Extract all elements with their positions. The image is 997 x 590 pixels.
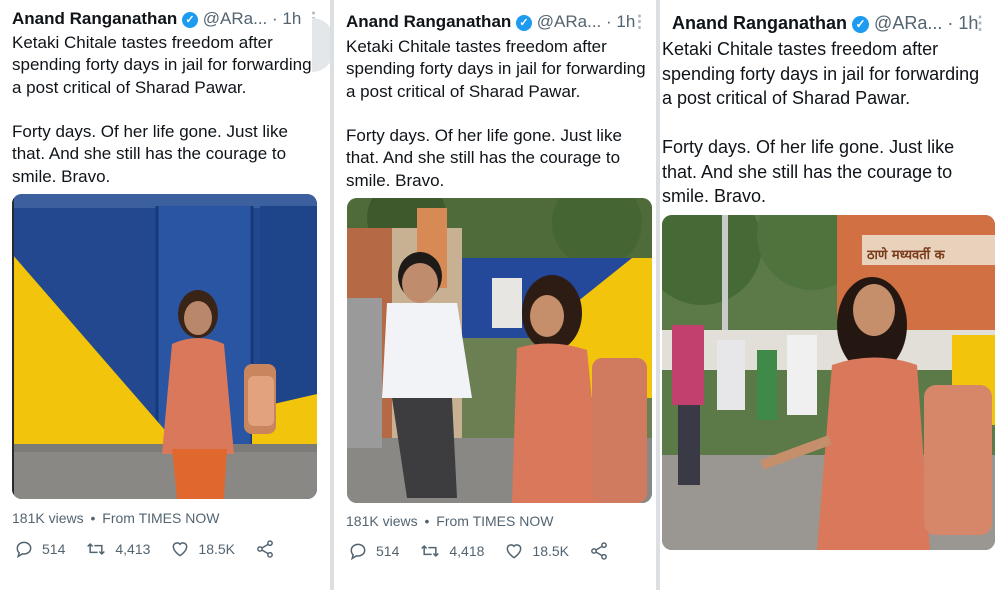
tweet-card-2[interactable]: Anand Ranganathan ✓ @ARa... · 1h ⋮ Ketak… bbox=[334, 0, 656, 590]
like-button[interactable]: 18.5K bbox=[170, 539, 235, 559]
author-handle[interactable]: @ARa... bbox=[203, 9, 268, 28]
tweet-card-3[interactable]: Anand Ranganathan ✓ @ARa... · 1h ⋮ Ketak… bbox=[660, 0, 997, 590]
author-name[interactable]: Anand Ranganathan bbox=[12, 9, 177, 28]
video-frame-woman-at-gate bbox=[12, 194, 317, 499]
view-count: 181K views bbox=[12, 510, 84, 526]
reply-count: 514 bbox=[42, 541, 66, 557]
video-source[interactable]: From TIMES NOW bbox=[436, 513, 553, 529]
action-bar: 514 4,413 18.5K bbox=[14, 539, 303, 559]
tweet-text: Ketaki Chitale tastes freedom after spen… bbox=[662, 39, 980, 206]
reply-button[interactable]: 514 bbox=[14, 539, 65, 559]
reply-icon bbox=[350, 543, 366, 561]
more-icon[interactable]: ⋮ bbox=[631, 12, 648, 32]
more-icon[interactable]: ⋮ bbox=[971, 13, 989, 34]
retweet-icon bbox=[421, 544, 440, 558]
author-name[interactable]: Anand Ranganathan bbox=[346, 12, 511, 31]
video-meta: 181K views • From TIMES NOW bbox=[12, 510, 219, 526]
reply-button[interactable]: 514 bbox=[348, 541, 399, 561]
share-button[interactable] bbox=[255, 539, 283, 559]
tweet-card-1[interactable]: Anand Ranganathan ✓ @ARa... · 1h ⋮ Ketak… bbox=[0, 0, 330, 590]
meta-separator: • bbox=[90, 510, 96, 526]
next-avatar-edge bbox=[312, 18, 330, 72]
tweet-video[interactable] bbox=[347, 198, 652, 503]
building-sign-text: ठाणे मध्यवर्ती क bbox=[867, 248, 945, 263]
tweet-time[interactable]: 1h bbox=[282, 9, 301, 28]
reply-icon bbox=[16, 541, 32, 559]
verified-badge-icon: ✓ bbox=[516, 14, 533, 31]
like-button[interactable]: 18.5K bbox=[504, 541, 569, 561]
video-frame-woman-and-man bbox=[347, 198, 652, 503]
separator-dot: · bbox=[947, 13, 954, 33]
video-source[interactable]: From TIMES NOW bbox=[102, 510, 219, 526]
tweet-header: Anand Ranganathan ✓ @ARa... · 1h ⋮ bbox=[346, 12, 648, 32]
share-icon bbox=[257, 540, 273, 558]
author-handle[interactable]: @ARa... bbox=[874, 13, 942, 33]
retweet-count: 4,413 bbox=[115, 541, 151, 557]
share-button[interactable] bbox=[589, 541, 617, 561]
like-count: 18.5K bbox=[198, 541, 235, 557]
retweet-button[interactable]: 4,418 bbox=[419, 541, 484, 561]
like-count: 18.5K bbox=[532, 543, 569, 559]
share-icon bbox=[591, 542, 607, 560]
verified-badge-icon: ✓ bbox=[182, 11, 199, 28]
action-bar: 514 4,418 18.5K bbox=[348, 541, 637, 561]
view-count: 181K views bbox=[346, 513, 418, 529]
tweet-video[interactable]: ठाणे मध्यवर्ती क bbox=[662, 215, 995, 550]
tweet-header: Anand Ranganathan ✓ @ARa... · 1h ⋮ bbox=[12, 9, 322, 29]
separator-dot: · bbox=[272, 9, 278, 28]
author-handle[interactable]: @ARa... bbox=[537, 12, 602, 31]
author-name[interactable]: Anand Ranganathan bbox=[672, 13, 847, 33]
retweet-count: 4,418 bbox=[449, 543, 485, 559]
like-icon bbox=[172, 542, 188, 557]
like-icon bbox=[506, 544, 522, 559]
video-meta: 181K views • From TIMES NOW bbox=[346, 513, 553, 529]
tweet-header: Anand Ranganathan ✓ @ARa... · 1h ⋮ bbox=[672, 13, 989, 34]
retweet-icon bbox=[87, 542, 106, 556]
tweet-video[interactable] bbox=[12, 194, 317, 499]
retweet-button[interactable]: 4,413 bbox=[85, 539, 150, 559]
verified-badge-icon: ✓ bbox=[852, 15, 870, 33]
separator-dot: · bbox=[606, 12, 612, 31]
meta-separator: • bbox=[424, 513, 430, 529]
tweet-text: Ketaki Chitale tastes freedom after spen… bbox=[346, 37, 646, 190]
tweet-text: Ketaki Chitale tastes freedom after spen… bbox=[12, 33, 312, 186]
reply-count: 514 bbox=[376, 543, 400, 559]
